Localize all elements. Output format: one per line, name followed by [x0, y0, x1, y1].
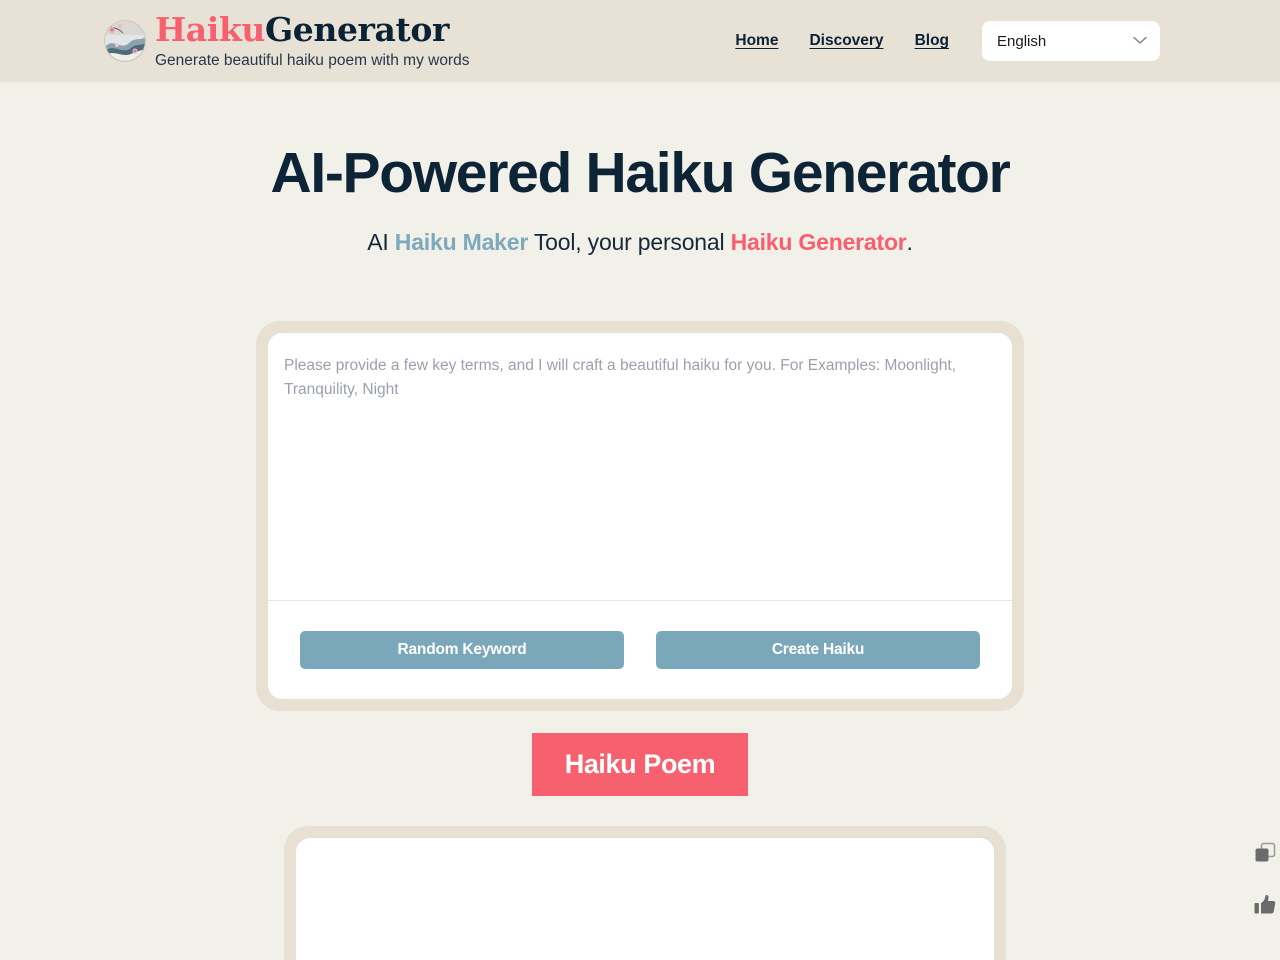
brand-title-generator: Generator	[264, 10, 449, 50]
site-header: HaikuGenerator Generate beautiful haiku …	[0, 0, 1280, 82]
subtitle-tail: .	[906, 228, 913, 255]
composer-card-inner: Random Keyword Create Haiku	[268, 332, 1012, 699]
language-select[interactable]: English	[982, 21, 1160, 61]
composer-card: Random Keyword Create Haiku	[256, 320, 1024, 711]
language-select-value: English	[997, 32, 1047, 50]
haiku-poem-badge: Haiku Poem	[531, 732, 749, 796]
page-subtitle: AI Haiku Maker Tool, your personal Haiku…	[0, 229, 1280, 256]
chevron-down-icon	[1133, 32, 1147, 50]
haiku-circle-illustration-icon	[104, 20, 146, 62]
copy-icon	[1254, 842, 1276, 867]
composer-text-area-wrap	[268, 333, 1012, 601]
main-nav: Home Discovery Blog	[735, 32, 949, 50]
keywords-input[interactable]	[284, 353, 996, 600]
subtitle-lead: AI	[367, 228, 395, 255]
composer-actions: Random Keyword Create Haiku	[268, 601, 1012, 699]
nav-item-discovery[interactable]: Discovery	[809, 32, 883, 50]
subtitle-middle: Tool, your personal	[528, 228, 731, 255]
copy-button[interactable]	[1250, 840, 1280, 870]
subtitle-haiku-maker: Haiku Maker	[394, 228, 529, 255]
result-badge-row: Haiku Poem	[0, 732, 1280, 796]
brand-title: HaikuGenerator	[155, 10, 469, 50]
hero-section: AI-Powered Haiku Generator AI Haiku Make…	[0, 82, 1280, 256]
result-card	[284, 825, 1006, 960]
header-right-zone: Home Discovery Blog English	[735, 21, 1160, 61]
brand-title-haiku: Haiku	[155, 10, 265, 50]
nav-item-blog[interactable]: Blog	[915, 32, 949, 50]
like-button[interactable]	[1250, 892, 1280, 922]
thumbs-up-icon	[1254, 894, 1276, 919]
brand-logo[interactable]: HaikuGenerator Generate beautiful haiku …	[104, 10, 470, 70]
nav-item-home[interactable]: Home	[735, 32, 778, 50]
result-row	[0, 825, 1280, 960]
result-card-inner	[296, 837, 994, 960]
create-haiku-button[interactable]: Create Haiku	[656, 630, 980, 669]
brand-tagline: Generate beautiful haiku poem with my wo…	[155, 52, 470, 70]
subtitle-haiku-generator: Haiku Generator	[730, 228, 907, 255]
random-keyword-button[interactable]: Random Keyword	[300, 630, 624, 669]
page-title: AI-Powered Haiku Generator	[270, 141, 1010, 205]
result-tools	[1250, 826, 1280, 922]
